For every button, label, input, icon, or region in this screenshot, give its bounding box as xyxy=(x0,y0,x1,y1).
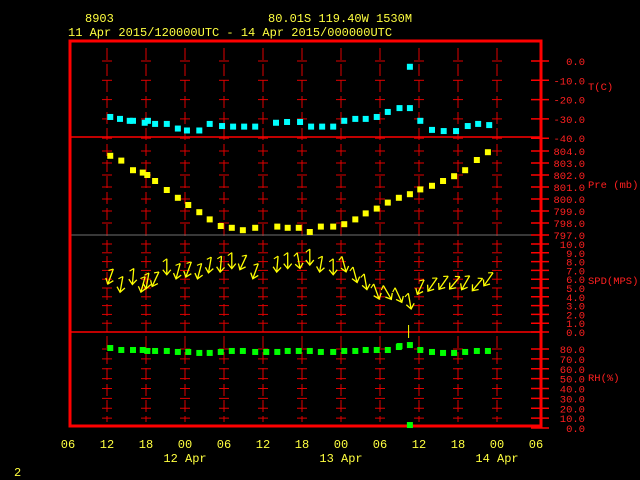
station-location: 80.01S 119.40W 1530M xyxy=(268,12,412,26)
station-id: 8903 xyxy=(85,12,114,26)
header-layer: 8903 80.01S 119.40W 1530M 11 Apr 2015/12… xyxy=(14,12,412,480)
meteogram-window: 0.0 -10.0 -20.0 -30.0 -40.0 T(C) 804.0 803.0 802… xyxy=(0,0,640,480)
time-range: 11 Apr 2015/120000UTC - 14 Apr 2015/0000… xyxy=(68,26,392,40)
page-number: 2 xyxy=(14,466,21,480)
